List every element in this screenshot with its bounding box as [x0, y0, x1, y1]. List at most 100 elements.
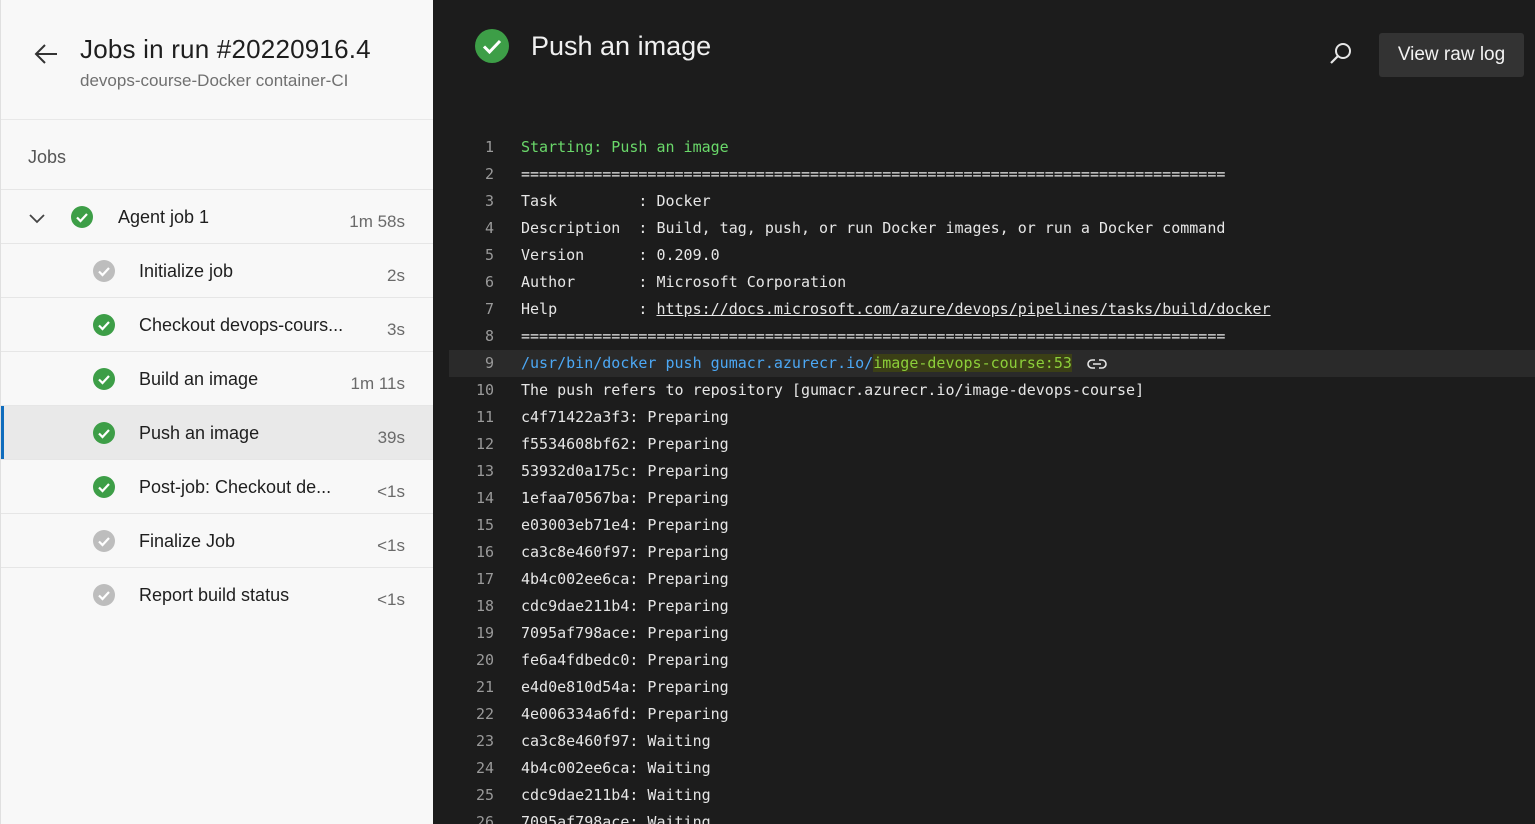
run-title: Jobs in run #20220916.4: [80, 34, 371, 64]
job-step-row[interactable]: Build an image 1m 11s: [1, 351, 433, 405]
link-icon[interactable]: [1086, 356, 1108, 372]
job-step-row[interactable]: Report build status <1s: [1, 567, 433, 621]
job-step-duration: <1s: [377, 590, 405, 609]
line-number: 25: [475, 786, 494, 804]
log-line: 12 f5534608bf62: Preparing: [449, 431, 1535, 458]
log-line: 1 Starting: Push an image: [449, 134, 1535, 161]
job-step-name: Push an image: [139, 423, 260, 443]
log-text: Author : Microsoft Corporation: [521, 273, 847, 291]
line-number: 8: [484, 327, 494, 345]
help-link[interactable]: https://docs.microsoft.com/azure/devops/…: [656, 300, 1270, 318]
success-check-icon: [93, 314, 115, 336]
job-step-name: Checkout devops-cours...: [139, 315, 344, 335]
log-line: 4 Description : Build, tag, push, or run …: [449, 215, 1535, 242]
log-output: 1 Starting: Push an image 2 ===============…: [449, 134, 1535, 824]
log-text: 1efaa70567ba: Preparing: [521, 489, 729, 507]
log-line: 13 53932d0a175c: Preparing: [449, 458, 1535, 485]
chevron-down-icon[interactable]: [27, 208, 47, 228]
log-text: 4b4c002ee6ca: Preparing: [521, 570, 729, 588]
log-text: ca3c8e460f97: Waiting: [521, 732, 711, 750]
job-step-name: Initialize job: [139, 261, 234, 281]
log-text: cdc9dae211b4: Preparing: [521, 597, 729, 615]
log-text: Version : 0.209.0: [521, 246, 720, 264]
success-check-icon: [71, 206, 93, 228]
line-number: 17: [475, 570, 494, 588]
line-number: 13: [475, 462, 494, 480]
line-number: 19: [475, 624, 494, 642]
job-step-row[interactable]: Finalize Job <1s: [1, 513, 433, 567]
log-line: 19 7095af798ace: Preparing: [449, 620, 1535, 647]
job-step-row[interactable]: Post-job: Checkout de... <1s: [1, 459, 433, 513]
sidebar-header: Jobs in run #20220916.4 devops-course-Do…: [1, 0, 433, 120]
agent-job-row[interactable]: Agent job 1 1m 58s: [1, 189, 433, 243]
log-text: 7095af798ace: Waiting: [521, 813, 711, 824]
success-check-icon: [475, 29, 509, 63]
search-button[interactable]: [1326, 39, 1356, 69]
log-line: 5 Version : 0.209.0: [449, 242, 1535, 269]
log-text: cdc9dae211b4: Waiting: [521, 786, 711, 804]
log-text: 53932d0a175c: Preparing: [521, 462, 729, 480]
log-line: 8 =======================================…: [449, 323, 1535, 350]
search-icon: [1330, 43, 1351, 64]
line-number: 11: [475, 408, 494, 426]
line-number: 4: [484, 219, 494, 237]
line-number: 24: [475, 759, 494, 777]
job-step-duration: 2s: [387, 266, 405, 285]
run-subtitle: devops-course-Docker container-CI: [80, 71, 349, 90]
back-button[interactable]: [31, 38, 63, 70]
log-text: ca3c8e460f97: Preparing: [521, 543, 729, 561]
job-step-name: Report build status: [139, 585, 290, 605]
line-number: 14: [475, 489, 494, 507]
log-text: fe6a4fdbedc0: Preparing: [521, 651, 729, 669]
job-step-duration: 1m 11s: [350, 374, 406, 393]
log-line: 16 ca3c8e460f97: Preparing: [449, 539, 1535, 566]
job-step-duration: 3s: [387, 320, 405, 339]
log-line: 2 =======================================…: [449, 161, 1535, 188]
success-check-icon: [93, 476, 115, 498]
jobs-sidebar: Jobs in run #20220916.4 devops-course-Do…: [0, 0, 433, 824]
log-line: 9/usr/bin/docker push gumacr.azurecr.io/…: [449, 350, 1535, 377]
log-text: The push refers to repository [gumacr.az…: [521, 381, 1145, 399]
line-number: 10: [475, 381, 494, 399]
line-number: 3: [484, 192, 494, 210]
log-line: 6 Author : Microsoft Corporation: [449, 269, 1535, 296]
line-number: 26: [475, 813, 494, 824]
command-text: /usr/bin/docker push gumacr.azurecr.io/: [521, 354, 874, 372]
log-line: 22 4e006334a6fd: Preparing: [449, 701, 1535, 728]
job-step-row[interactable]: Initialize job 2s: [1, 243, 433, 297]
log-text: Task : Docker: [521, 192, 711, 210]
job-step-duration: <1s: [377, 482, 405, 501]
log-text: ========================================…: [521, 165, 1226, 183]
log-text: 4e006334a6fd: Preparing: [521, 705, 729, 723]
line-number: 5: [484, 246, 494, 264]
log-line: 10 The push refers to repository [gumacr.…: [449, 377, 1535, 404]
agent-job-duration: 1m 58s: [349, 212, 405, 231]
log-text: c4f71422a3f3: Preparing: [521, 408, 729, 426]
log-text: f5534608bf62: Preparing: [521, 435, 729, 453]
log-line: 21 e4d0e810d54a: Preparing: [449, 674, 1535, 701]
success-check-icon: [93, 368, 115, 390]
job-step-name: Finalize Job: [139, 531, 236, 551]
log-line: 24 4b4c002ee6ca: Waiting: [449, 755, 1535, 782]
log-text: Help :: [521, 300, 657, 318]
job-step-duration: <1s: [377, 536, 405, 555]
log-line: 17 4b4c002ee6ca: Preparing: [449, 566, 1535, 593]
line-number: 18: [475, 597, 494, 615]
log-line: 14 1efaa70567ba: Preparing: [449, 485, 1535, 512]
job-step-row[interactable]: Push an image 39s: [1, 405, 433, 459]
skipped-check-icon: [93, 260, 115, 282]
job-step-row[interactable]: Checkout devops-cours... 3s: [1, 297, 433, 351]
log-line: 15 e03003eb71e4: Preparing: [449, 512, 1535, 539]
job-step-name: Build an image: [139, 369, 259, 389]
log-line: 3 Task : Docker: [449, 188, 1535, 215]
log-line: 26 7095af798ace: Waiting: [449, 809, 1535, 824]
line-number: 23: [475, 732, 494, 750]
log-text: 7095af798ace: Preparing: [521, 624, 729, 642]
line-number: 1: [484, 138, 494, 156]
job-step-duration: 39s: [377, 428, 405, 447]
log-line: 20 fe6a4fdbedc0: Preparing: [449, 647, 1535, 674]
line-number: 2: [484, 165, 494, 183]
log-text: e03003eb71e4: Preparing: [521, 516, 729, 534]
log-line: 7 Help : https://docs.microsoft.com/azure…: [449, 296, 1535, 323]
view-raw-log-button[interactable]: View raw log: [1379, 33, 1524, 77]
